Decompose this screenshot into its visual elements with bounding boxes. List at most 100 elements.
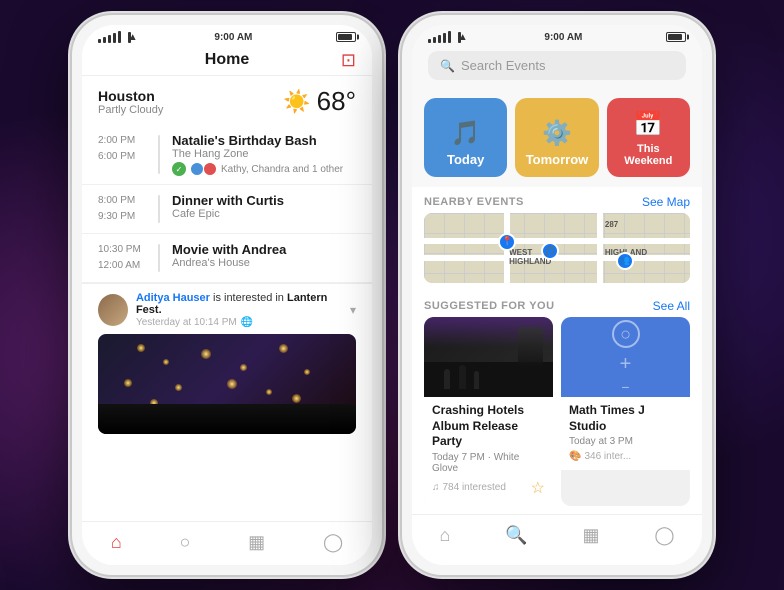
interested-count-1: 784 interested xyxy=(443,482,506,493)
card-2-footer: 🎨 346 inter... xyxy=(569,451,682,462)
event-time-3: 10:30 PM 12:00 AM xyxy=(98,242,146,274)
event-venue-2: Cafe Epic xyxy=(172,208,356,220)
battery-fill-2 xyxy=(668,34,682,40)
search-icon-2: 🔍 xyxy=(505,525,527,546)
tile-today-label: Today xyxy=(447,152,484,167)
signal-bar-4 xyxy=(113,33,116,43)
status-right-2 xyxy=(666,32,686,42)
battery-icon-2 xyxy=(666,32,686,42)
tile-weekend-label: This Weekend xyxy=(615,143,682,167)
guitarist-silhouette xyxy=(518,327,543,367)
event-title-3: Movie with Andrea xyxy=(172,242,356,257)
event-time-2: 8:00 PM 9:30 PM xyxy=(98,193,146,225)
card-2-image: ○ + − xyxy=(561,317,690,397)
quick-tiles: 🎵 Today ⚙️ Tomorrow 📅 This Weekend xyxy=(412,88,702,187)
nearby-title: NEARBY EVENTS xyxy=(424,196,524,208)
social-action: is interested in xyxy=(213,292,287,304)
bottom-nav-home: ⌂ ○ ▦ ◯ xyxy=(82,521,372,565)
suggested-card-2[interactable]: ○ + − Math Times J Studio Today at 3 PM … xyxy=(561,317,690,506)
card-2-plus-area: ○ + − xyxy=(612,320,640,394)
card-2-title: Math Times J Studio xyxy=(569,403,682,434)
map-road-h1 xyxy=(424,238,690,244)
social-user: Aditya Hauser xyxy=(136,292,210,304)
social-timestamp: Yesterday at 10:14 PM xyxy=(136,317,237,328)
signal-bar-4 xyxy=(443,33,446,43)
suggested-see-all[interactable]: See All xyxy=(653,299,690,313)
lantern-2 xyxy=(163,359,169,365)
search-bar[interactable]: 🔍 Search Events xyxy=(428,51,686,80)
person-2 xyxy=(459,365,466,389)
nav-search[interactable]: ○ xyxy=(168,530,203,555)
card-1-footer: ♫ 784 interested ☆ xyxy=(432,478,545,498)
signal-bar-3 xyxy=(438,35,441,43)
lantern-5 xyxy=(279,344,288,353)
lantern-image xyxy=(98,334,356,434)
event-item-1[interactable]: 2:00 PM 6:00 PM Natalie's Birthday Bash … xyxy=(82,125,372,185)
weather-condition: Partly Cloudy xyxy=(98,104,163,116)
nearby-header: NEARBY EVENTS See Map xyxy=(412,187,702,213)
avatar-kathy xyxy=(190,162,204,176)
map-grid: WESTHIGHLAND HIGHLAND 287 📍 🎵 👥 xyxy=(424,213,690,283)
lantern-7 xyxy=(124,379,132,387)
status-bar-search: ▲ 9:00 AM xyxy=(412,25,702,45)
search-icon: ○ xyxy=(180,532,191,553)
event-divider-1 xyxy=(158,135,160,174)
star-icon[interactable]: ☆ xyxy=(531,478,545,498)
event-item-3[interactable]: 10:30 PM 12:00 AM Movie with Andrea Andr… xyxy=(82,234,372,283)
signal-bar-2 xyxy=(433,37,436,43)
lantern-1 xyxy=(137,344,145,352)
nav-search-2[interactable]: 🔍 xyxy=(493,523,539,548)
home-header: Home ⊡ xyxy=(82,45,372,76)
avatar-chandra xyxy=(203,162,217,176)
weather-city: Houston xyxy=(98,88,163,104)
person-1 xyxy=(444,369,450,389)
nav-profile-2[interactable]: ◯ xyxy=(642,523,686,548)
search-header: 🔍 Search Events xyxy=(412,45,702,88)
nearby-see-map[interactable]: See Map xyxy=(642,195,690,209)
card-2-interested: 🎨 346 inter... xyxy=(569,451,631,462)
status-right xyxy=(336,32,356,42)
event-title-1: Natalie's Birthday Bash xyxy=(172,133,356,148)
lantern-4 xyxy=(240,364,247,371)
chevron-down-icon[interactable]: ▾ xyxy=(350,303,356,317)
phone-home-inner: ▲ 9:00 AM Home ⊡ Houston Partly Cloudy xyxy=(82,25,372,565)
person-3 xyxy=(474,371,479,389)
social-text-content: Aditya Hauser is interested in Lantern F… xyxy=(136,292,342,316)
tile-tomorrow[interactable]: ⚙️ Tomorrow xyxy=(515,98,598,177)
inbox-icon[interactable]: ⊡ xyxy=(341,50,356,71)
event-item-2[interactable]: 8:00 PM 9:30 PM Dinner with Curtis Cafe … xyxy=(82,185,372,234)
phone-home: ▲ 9:00 AM Home ⊡ Houston Partly Cloudy xyxy=(72,15,382,575)
bottom-nav-search: ⌂ 🔍 ▦ ◯ xyxy=(412,514,702,558)
weather-widget: Houston Partly Cloudy ☀️ 68° xyxy=(82,76,372,125)
social-post-text: Aditya Hauser is interested in Lantern F… xyxy=(136,292,342,328)
events-list: 2:00 PM 6:00 PM Natalie's Birthday Bash … xyxy=(82,125,372,521)
social-post-header: Aditya Hauser is interested in Lantern F… xyxy=(98,292,356,328)
nav-home-2[interactable]: ⌂ xyxy=(427,523,462,548)
signal-bars-2: ▲ xyxy=(428,31,461,43)
tile-today[interactable]: 🎵 Today xyxy=(424,98,507,177)
clock-2: 9:00 AM xyxy=(544,32,582,43)
clock: 9:00 AM xyxy=(214,32,252,43)
page-title: Home xyxy=(205,51,249,69)
signal-bar-3 xyxy=(108,35,111,43)
profile-icon: ◯ xyxy=(323,532,343,553)
search-placeholder: Search Events xyxy=(461,58,546,73)
event-venue-3: Andrea's House xyxy=(172,257,356,269)
calendar-icon: ▦ xyxy=(248,532,265,553)
nav-calendar-2[interactable]: ▦ xyxy=(570,523,611,548)
signal-bar-2 xyxy=(103,37,106,43)
weather-location-block: Houston Partly Cloudy xyxy=(98,88,163,116)
nav-home[interactable]: ⌂ xyxy=(99,530,134,555)
nav-calendar[interactable]: ▦ xyxy=(236,530,277,555)
map-road-v2 xyxy=(597,213,603,283)
suggested-card-1[interactable]: Crashing Hotels Album Release Party Toda… xyxy=(424,317,553,506)
signal-bar-1 xyxy=(98,39,101,43)
interested-count-2: 346 inter... xyxy=(584,451,631,462)
phone-search-inner: ▲ 9:00 AM 🔍 Search Events 🎵 xyxy=(412,25,702,565)
social-meta: Yesterday at 10:14 PM 🌐 xyxy=(136,317,342,328)
nearby-map[interactable]: WESTHIGHLAND HIGHLAND 287 📍 🎵 👥 xyxy=(424,213,690,283)
weekend-icon: 📅 xyxy=(633,110,663,139)
attendee-names: Kathy, Chandra and 1 other xyxy=(221,164,343,175)
nav-profile[interactable]: ◯ xyxy=(311,530,355,555)
tile-weekend[interactable]: 📅 This Weekend xyxy=(607,98,690,177)
